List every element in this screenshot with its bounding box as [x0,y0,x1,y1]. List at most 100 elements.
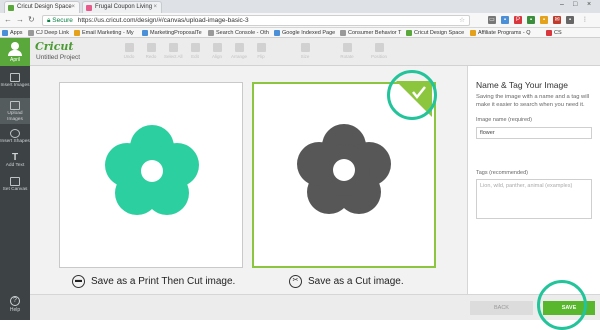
position-icon [374,43,384,52]
edit-button[interactable]: Edit [186,43,204,59]
bookmark-cs[interactable]: CS [546,29,562,37]
sidebar-item-set-canvas[interactable]: Set Canvas [0,174,30,200]
pinterest-icon[interactable]: P [514,16,522,24]
reload-icon[interactable]: ↻ [28,15,35,24]
bookmark-consumer[interactable]: Consumer Behavior T [340,29,401,37]
frugal-favicon-icon [86,5,92,11]
highlight-ring [537,280,587,330]
undo-icon [124,43,134,52]
tool-label: Flip [257,54,265,59]
browser-tab-cricut[interactable]: Cricut Design Space × [4,1,80,13]
name-tag-panel: Name & Tag Your Image Saving the image w… [467,66,600,294]
url-field[interactable]: 🔒︎ Secure https://us.cricut.com/design/#… [42,15,470,26]
bookmark-cricut[interactable]: Cricut Design Space [406,29,464,37]
apps-icon [2,30,8,36]
sidebar-item-upload-images[interactable]: Upload Images [0,98,30,124]
page-icon [470,30,476,36]
page-icon [340,30,346,36]
redo-button[interactable]: Redo [142,43,160,59]
avatar-icon [11,42,19,50]
page-icon [274,30,280,36]
page-icon [28,30,34,36]
tool-label: Size [300,54,310,59]
text-icon: T [11,152,19,163]
extension-icon[interactable]: ▪ [566,16,574,24]
flower-center [333,159,355,181]
size-button[interactable]: Size [296,43,314,59]
bookmark-marketing[interactable]: MarketingProposalTe [142,29,202,37]
back-button[interactable]: BACK [470,301,533,315]
bookmark-search-console[interactable]: Search Console - Oth [208,29,269,37]
help-button[interactable]: ? Help [0,296,30,313]
align-button[interactable]: Align [208,43,226,59]
tab-label: Cricut Design Space [17,4,72,10]
print-then-cut-label[interactable]: ▬ Save as a Print Then Cut image. [72,275,235,288]
cut-text: Save as a Cut image. [308,276,404,288]
cricut-logo: Cricut [35,40,74,53]
print-then-cut-option[interactable] [59,82,243,268]
bookmark-label: Consumer Behavior T [348,30,402,36]
bookmark-cj[interactable]: CJ Deep Link [28,29,69,37]
mail-icon[interactable]: ✉ [553,16,561,24]
bookmark-email[interactable]: Email Marketing - My [74,29,134,37]
menu-icon[interactable]: ⋮ [581,16,589,24]
cast-icon[interactable]: ▭ [488,16,496,24]
page-icon [142,30,148,36]
rotate-button[interactable]: Rotate [338,43,356,59]
bookmark-star-icon[interactable]: ☆ [459,16,465,25]
scissors-icon: ✂ [289,275,302,288]
address-bar: ← → ↻ 🔒︎ Secure https://us.cricut.com/de… [0,13,600,28]
tool-label: Select All [164,54,183,59]
tool-label: Position [370,54,387,59]
close-tab-icon[interactable]: × [153,2,157,13]
maximize-icon[interactable]: □ [573,1,577,8]
minimize-icon[interactable]: – [560,1,564,8]
extension-icon[interactable]: ▪ [501,16,509,24]
flower-center [141,160,163,182]
image-name-field[interactable]: flower [476,127,592,139]
extension-icon[interactable]: ▪ [527,16,535,24]
sidebar-item-label: Insert Images [0,83,30,88]
tool-label: Undo [123,54,135,59]
browser-tab-frugal[interactable]: Frugal Coupon Living × [82,1,162,13]
secure-label: Secure [52,17,73,24]
position-button[interactable]: Position [370,43,388,59]
close-tab-icon[interactable]: × [71,2,75,13]
sidebar-item-label: Set Canvas [2,187,28,192]
forward-arrow-icon[interactable]: → [16,15,24,24]
panel-title: Name & Tag Your Image [476,80,568,90]
bottom-action-bar: BACK SAVE [30,294,600,320]
extension-icon[interactable]: ▪ [540,16,548,24]
sidebar-item-insert-shapes[interactable]: Insert Shapes [0,126,30,152]
upload-icon [10,101,20,110]
bookmark-affiliate[interactable]: Affiliate Programs - Q [470,29,530,37]
tags-field[interactable]: Lion, wild, panther, animal (examples) [476,179,592,219]
tool-label: Arrange [230,54,247,59]
sidebar-item-insert-images[interactable]: Insert Images [0,70,30,96]
app-header: April Cricut Untitled Project Undo Redo … [0,38,600,66]
cricut-favicon-icon [8,5,14,11]
page-icon [208,30,214,36]
flip-button[interactable]: Flip [252,43,270,59]
select-all-button[interactable]: Select All [164,43,183,59]
bookmark-apps[interactable]: Apps [2,29,23,37]
bookmark-label: Apps [10,30,23,36]
image-name-label: Image name (required) [476,117,532,123]
user-menu[interactable]: April [0,38,30,66]
browser-tab-bar: Cricut Design Space × Frugal Coupon Livi… [0,0,600,13]
bookmark-label: Cricut Design Space [414,30,465,36]
back-arrow-icon[interactable]: ← [4,15,12,24]
sidebar-item-add-text[interactable]: T Add Text [0,150,30,176]
bookmark-indexed[interactable]: Google Indexed Page [274,29,335,37]
cut-label[interactable]: ✂ Save as a Cut image. [289,275,404,288]
tab-label: Frugal Coupon Living [95,4,153,10]
align-icon [212,43,222,52]
avatar-body [8,50,22,56]
rotate-icon [342,43,352,52]
close-window-icon[interactable]: × [587,1,591,8]
arrange-button[interactable]: Arrange [230,43,248,59]
undo-button[interactable]: Undo [120,43,138,59]
page-icon [74,30,80,36]
size-icon [300,43,310,52]
sidebar-item-label: Upload Images [7,111,23,122]
